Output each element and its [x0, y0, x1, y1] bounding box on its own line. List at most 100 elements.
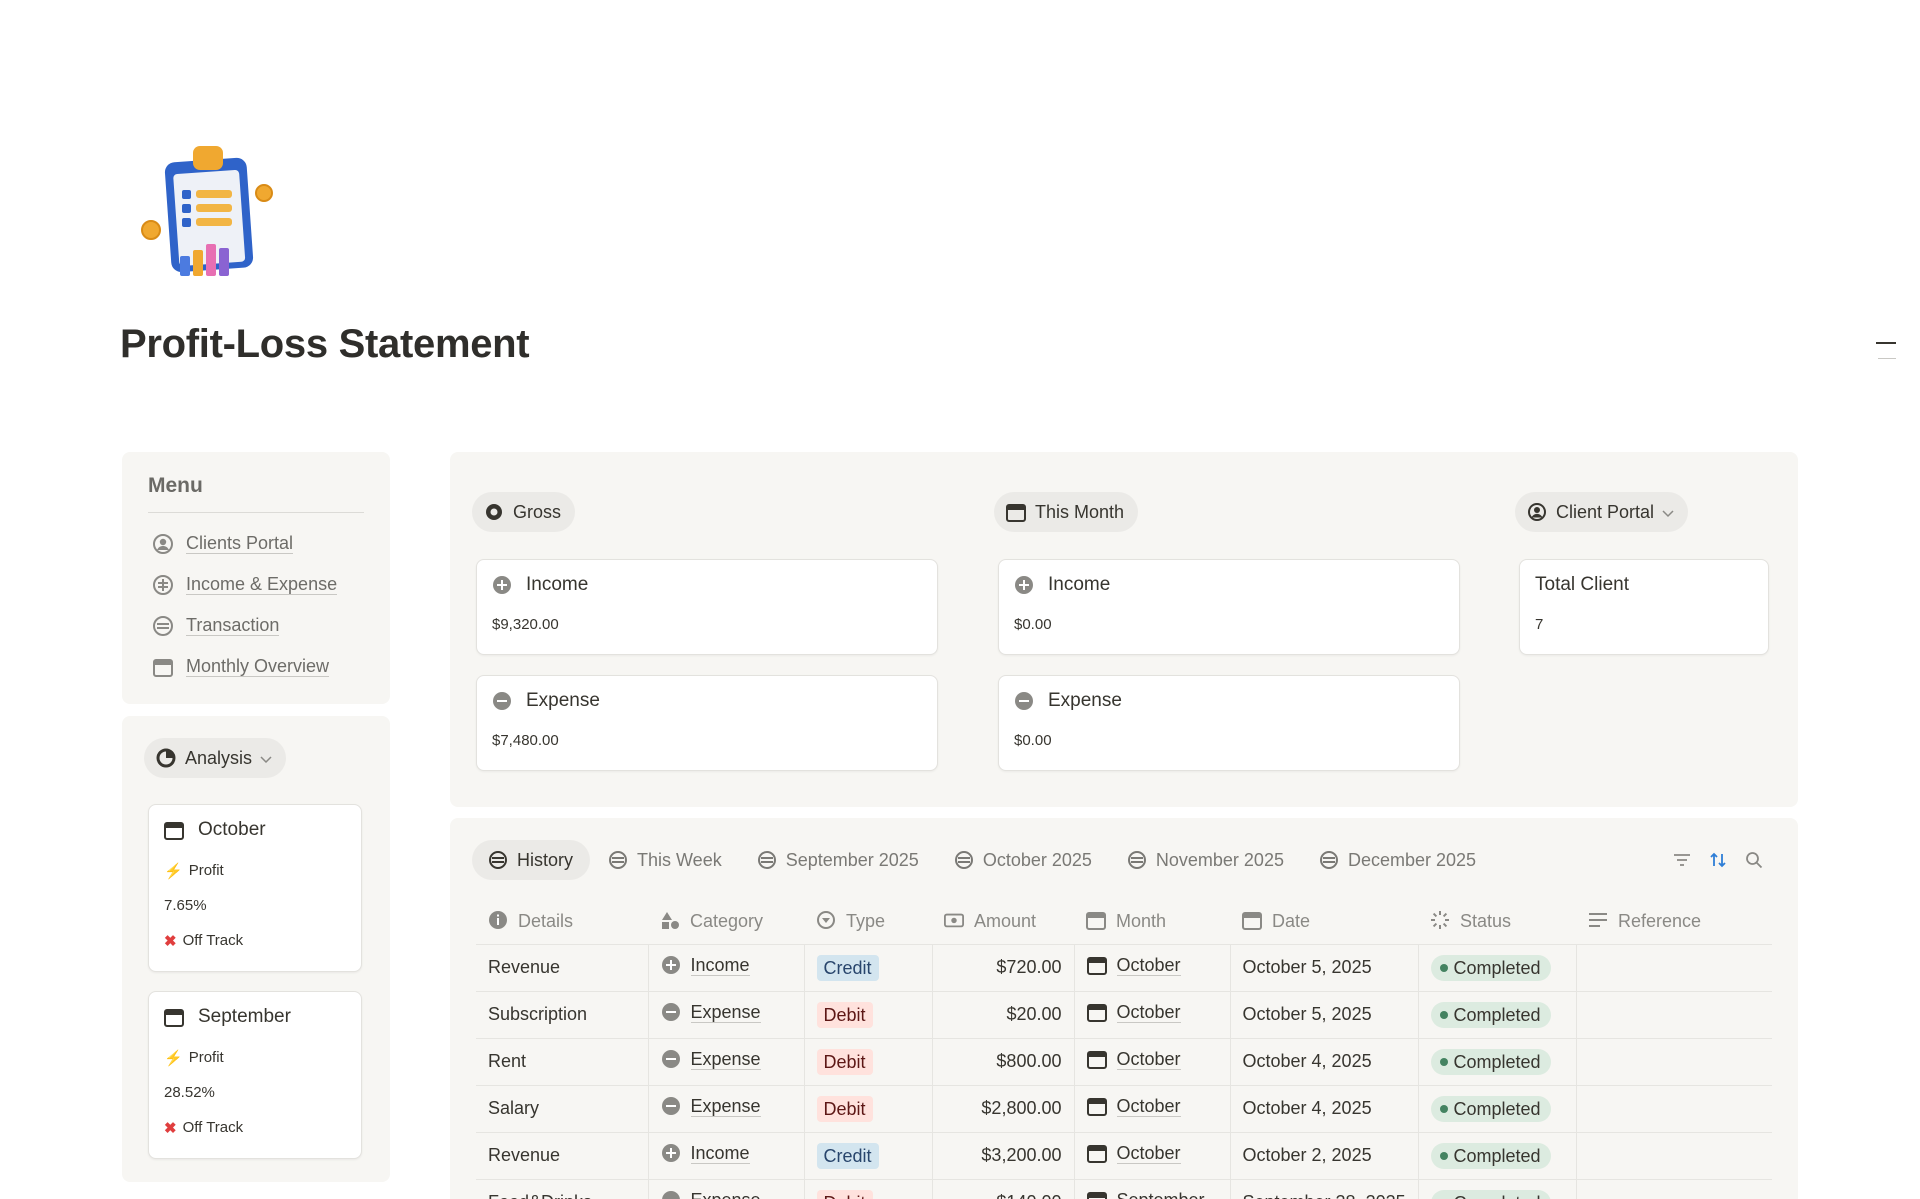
month-link[interactable]: September [1117, 1190, 1205, 1199]
cell-details[interactable]: Subscription [476, 991, 648, 1039]
filter-icon[interactable] [1672, 850, 1692, 870]
cell-amount[interactable]: $800.00 [931, 1038, 1074, 1086]
cell-details[interactable]: Rent [476, 1038, 648, 1086]
cell-category[interactable]: Expense [647, 1038, 804, 1086]
cell-category[interactable]: Expense [647, 991, 804, 1039]
cell-amount[interactable]: $3,200.00 [931, 1132, 1074, 1180]
table-row[interactable]: Food&Drinks Expense Debit $140.00 September S… [476, 1179, 1772, 1199]
cell-reference[interactable] [1575, 991, 1772, 1039]
cell-details[interactable]: Food&Drinks [476, 1179, 648, 1199]
cell-type[interactable]: Debit [803, 1085, 932, 1133]
month-card-september[interactable]: September ⚡ Profit 28.52% ✖ Off Track [148, 991, 362, 1159]
tab-this-week[interactable]: This Week [592, 840, 739, 880]
cell-type[interactable]: Debit [803, 991, 932, 1039]
column-header-month[interactable]: Month [1074, 898, 1230, 945]
cell-reference[interactable] [1575, 1085, 1772, 1133]
month-link[interactable]: October [1116, 1049, 1181, 1070]
cell-amount[interactable]: $2,800.00 [931, 1085, 1074, 1133]
cell-type[interactable]: Debit [803, 1179, 932, 1199]
month-link[interactable]: October [1116, 1096, 1181, 1117]
cell-category[interactable]: Income [647, 944, 804, 992]
category-link[interactable]: Expense [691, 1190, 761, 1199]
total-client-card[interactable]: Total Client 7 [1519, 559, 1769, 655]
month-link[interactable]: October [1116, 1002, 1181, 1023]
menu-item-transaction[interactable]: Transaction [148, 605, 364, 646]
cell-amount[interactable]: $720.00 [931, 944, 1074, 992]
cell-category[interactable]: Expense [647, 1179, 804, 1199]
table-row[interactable]: Salary Expense Debit $2,800.00 October Octobe… [476, 1085, 1772, 1133]
gross-income-card[interactable]: Income $9,320.00 [476, 559, 938, 655]
sort-icon[interactable] [1708, 850, 1728, 870]
column-header-amount[interactable]: Amount [932, 898, 1074, 945]
table-row[interactable]: Revenue Income Credit $3,200.00 October Octob… [476, 1132, 1772, 1180]
cell-amount[interactable]: $140.00 [931, 1179, 1074, 1199]
toc-toggle-icon[interactable] [1876, 340, 1896, 362]
cell-month[interactable]: October [1073, 1132, 1230, 1180]
tab-november-2025[interactable]: November 2025 [1111, 840, 1301, 880]
category-link[interactable]: Income [690, 955, 750, 976]
cell-reference[interactable] [1575, 944, 1772, 992]
cell-status[interactable]: Completed [1417, 1179, 1576, 1199]
cell-status[interactable]: Completed [1417, 1085, 1576, 1133]
table-row[interactable]: Rent Expense Debit $800.00 October October 4,… [476, 1038, 1772, 1086]
table-row[interactable]: Revenue Income Credit $720.00 October October… [476, 944, 1772, 992]
cell-date[interactable]: October 5, 2025 [1229, 991, 1418, 1039]
tab-october-2025[interactable]: October 2025 [938, 840, 1109, 880]
cell-status[interactable]: Completed [1417, 944, 1576, 992]
cell-details[interactable]: Salary [476, 1085, 648, 1133]
cell-details[interactable]: Revenue [476, 944, 648, 992]
cell-status[interactable]: Completed [1417, 1132, 1576, 1180]
search-icon[interactable] [1744, 850, 1764, 870]
month-link[interactable]: October [1116, 955, 1181, 976]
cell-month[interactable]: October [1073, 1085, 1230, 1133]
tab-september-2025[interactable]: September 2025 [741, 840, 936, 880]
status-badge: Completed [1430, 954, 1551, 981]
cell-status[interactable]: Completed [1417, 991, 1576, 1039]
menu-item-monthly-overview[interactable]: Monthly Overview [148, 646, 364, 687]
cell-reference[interactable] [1575, 1179, 1772, 1199]
column-header-category[interactable]: Category [648, 898, 804, 945]
cell-type[interactable]: Credit [803, 1132, 932, 1180]
cell-date[interactable]: September 28, 2025 [1229, 1179, 1418, 1199]
cell-reference[interactable] [1575, 1132, 1772, 1180]
column-header-reference[interactable]: Reference [1576, 898, 1772, 945]
category-link[interactable]: Income [690, 1143, 750, 1164]
cell-type[interactable]: Debit [803, 1038, 932, 1086]
cell-details[interactable]: Revenue [476, 1132, 648, 1180]
month-expense-card[interactable]: Expense $0.00 [998, 675, 1460, 771]
cell-month[interactable]: October [1073, 1038, 1230, 1086]
cell-category[interactable]: Expense [647, 1085, 804, 1133]
gross-view-tab[interactable]: Gross [472, 492, 576, 532]
month-income-card[interactable]: Income $0.00 [998, 559, 1460, 655]
cell-date[interactable]: October 2, 2025 [1229, 1132, 1418, 1180]
month-link[interactable]: October [1116, 1143, 1181, 1164]
column-header-status[interactable]: Status [1418, 898, 1576, 945]
menu-item-income-expense[interactable]: Income & Expense [148, 564, 364, 605]
cell-reference[interactable] [1575, 1038, 1772, 1086]
column-header-date[interactable]: Date [1230, 898, 1418, 945]
menu-item-clients-portal[interactable]: Clients Portal [148, 523, 364, 564]
category-link[interactable]: Expense [690, 1049, 761, 1070]
cell-date[interactable]: October 5, 2025 [1229, 944, 1418, 992]
table-row[interactable]: Subscription Expense Debit $20.00 October Oct… [476, 991, 1772, 1039]
category-link[interactable]: Expense [690, 1002, 761, 1023]
analysis-dropdown[interactable]: Analysis [144, 738, 287, 778]
month-card-october[interactable]: October ⚡ Profit 7.65% ✖ Off Track [148, 804, 362, 972]
category-link[interactable]: Expense [690, 1096, 761, 1117]
cell-date[interactable]: October 4, 2025 [1229, 1038, 1418, 1086]
cell-month[interactable]: September [1073, 1179, 1230, 1199]
column-header-details[interactable]: Details [476, 898, 648, 945]
cell-category[interactable]: Income [647, 1132, 804, 1180]
cell-status[interactable]: Completed [1417, 1038, 1576, 1086]
cell-amount[interactable]: $20.00 [931, 991, 1074, 1039]
this-month-view-tab[interactable]: This Month [994, 492, 1139, 532]
cell-type[interactable]: Credit [803, 944, 932, 992]
gross-expense-card[interactable]: Expense $7,480.00 [476, 675, 938, 771]
tab-history[interactable]: History [472, 840, 591, 880]
client-portal-dropdown[interactable]: Client Portal [1515, 492, 1689, 532]
tab-december-2025[interactable]: December 2025 [1303, 840, 1493, 880]
cell-date[interactable]: October 4, 2025 [1229, 1085, 1418, 1133]
column-header-type[interactable]: Type [804, 898, 932, 945]
cell-month[interactable]: October [1073, 944, 1230, 992]
cell-month[interactable]: October [1073, 991, 1230, 1039]
